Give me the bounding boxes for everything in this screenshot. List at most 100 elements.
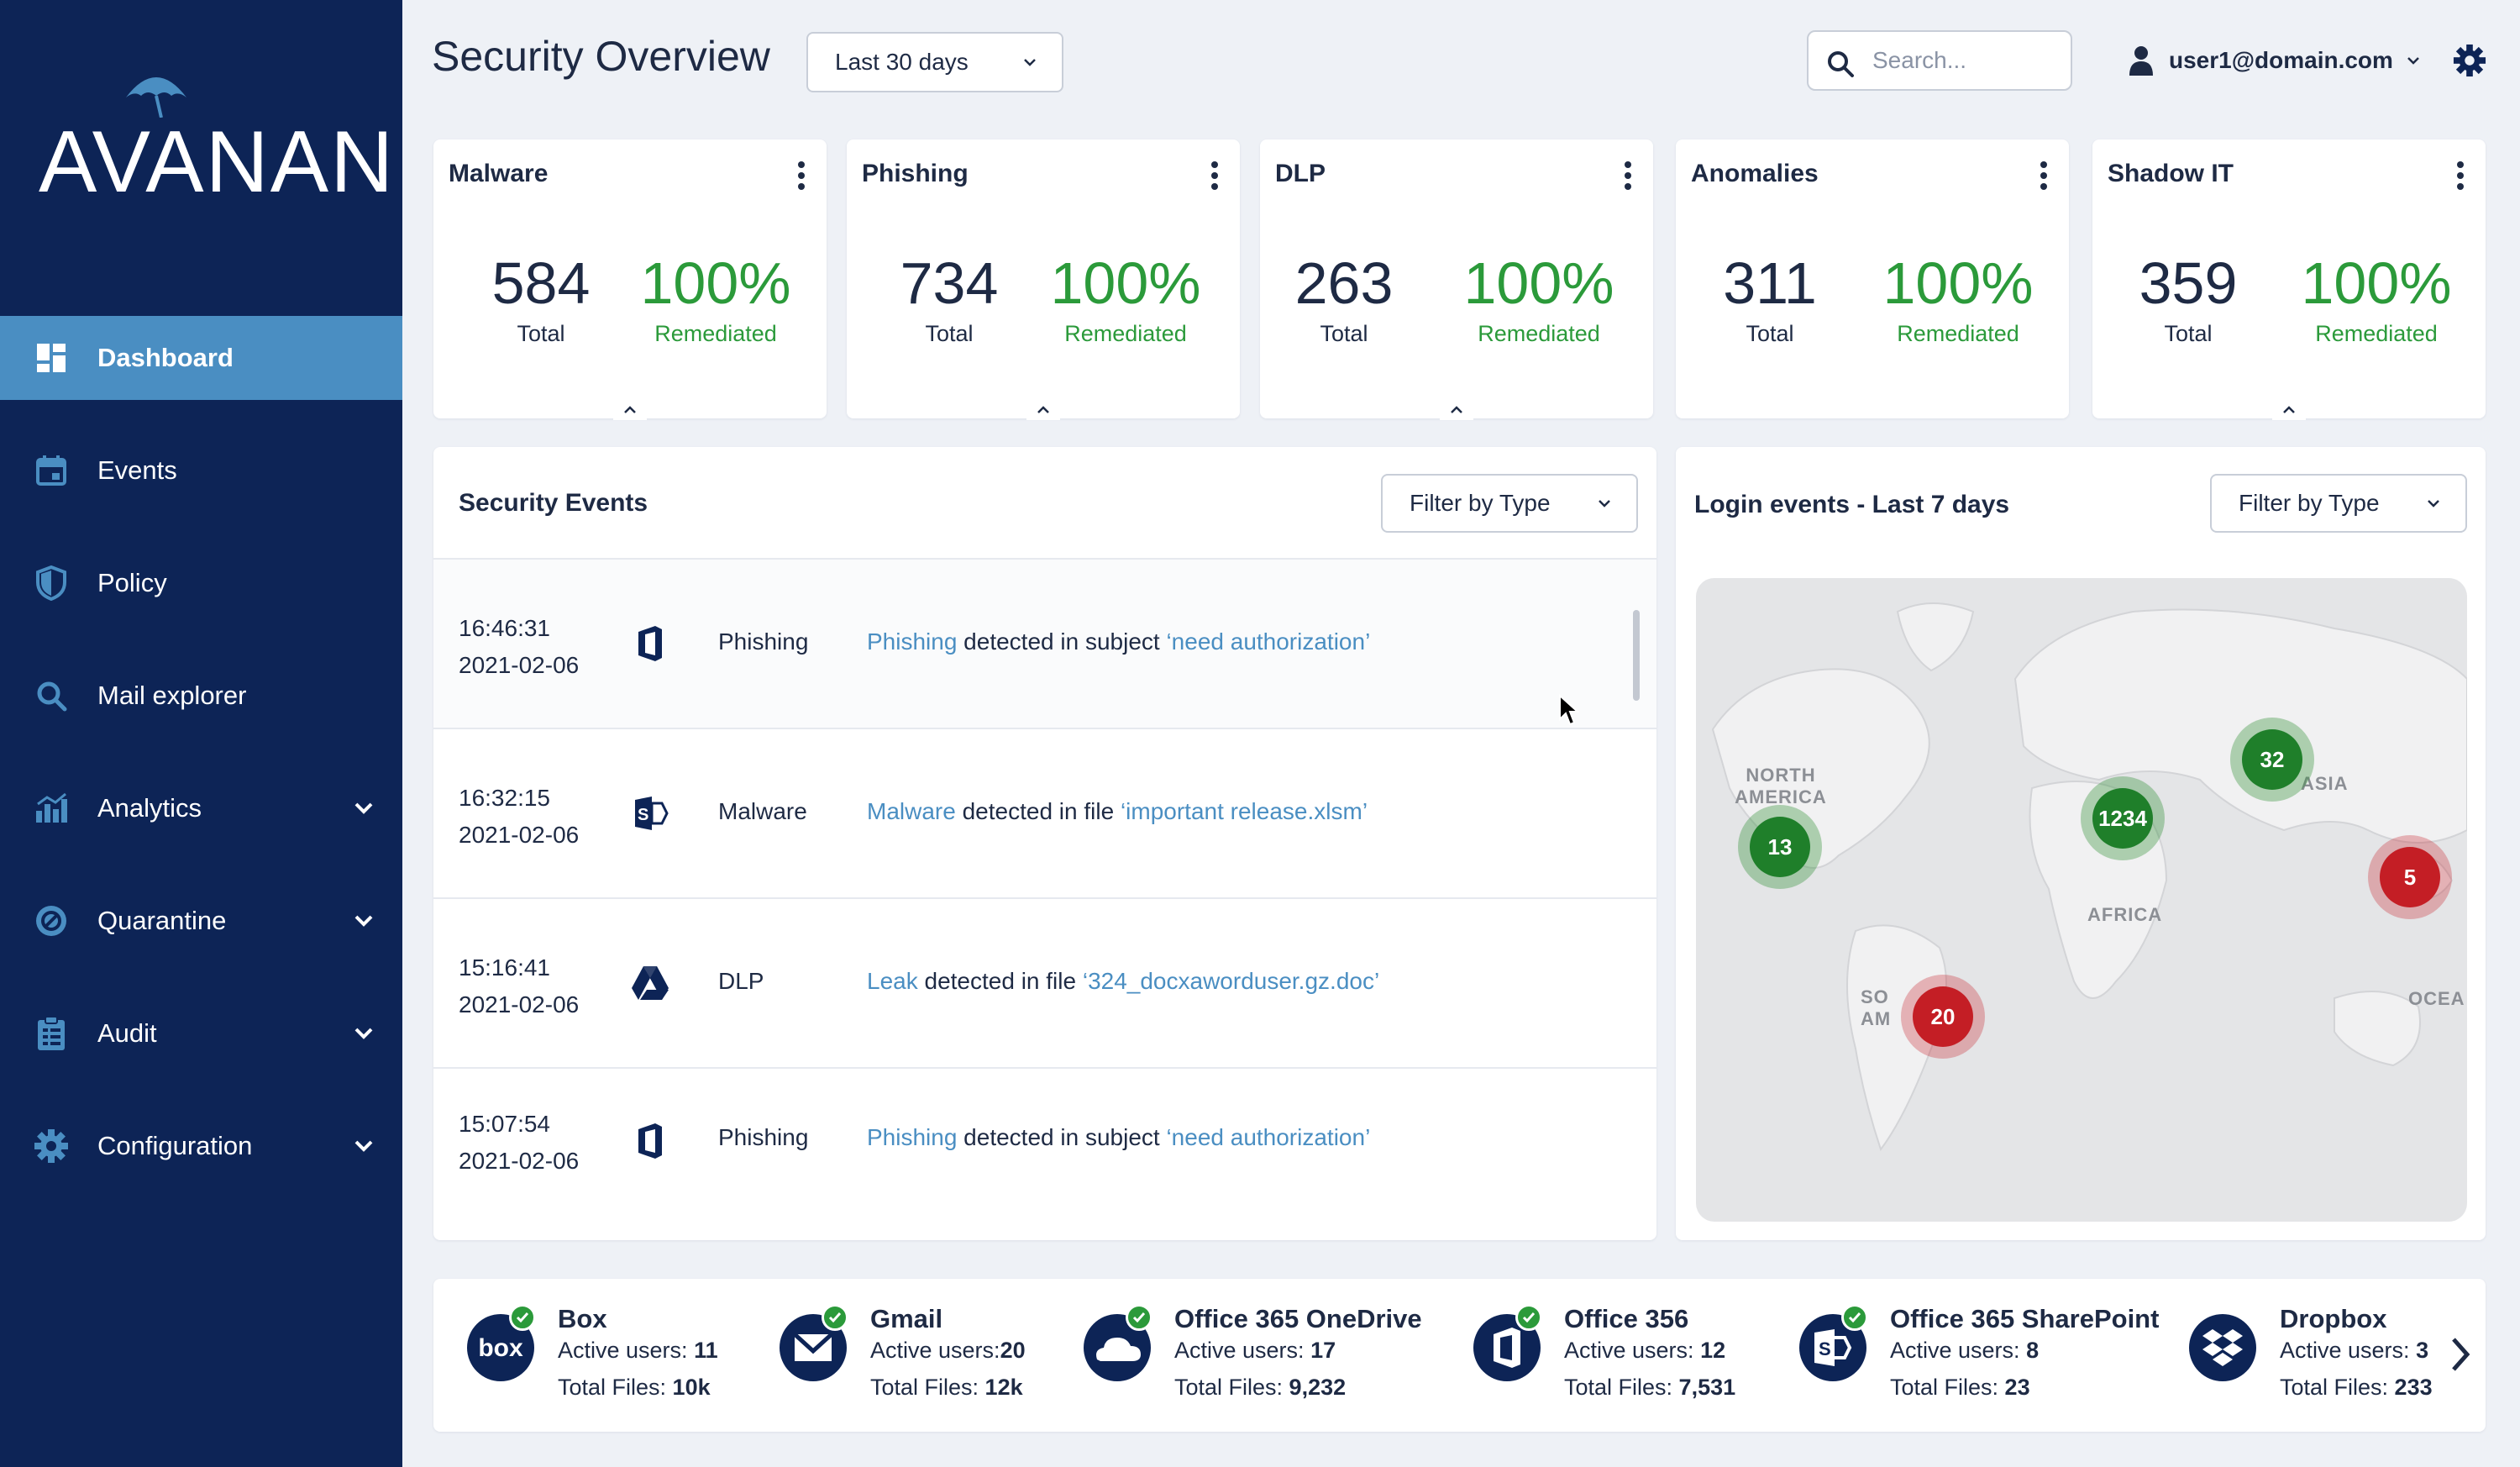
stat-title: Malware (449, 160, 549, 187)
user-menu[interactable]: user1@domain.com (2129, 42, 2422, 79)
app-total-files: Total Files: 9,232 (1174, 1375, 1347, 1400)
settings-gear-icon[interactable] (2453, 44, 2486, 77)
sidebar-item-label: Policy (97, 568, 167, 597)
stat-total: 584 Total (457, 254, 625, 347)
app-total-files: Total Files: 10k (558, 1375, 711, 1400)
more-options-icon[interactable] (795, 161, 808, 195)
app-gmail[interactable]: Gmail Active users:20 Total Files: 12k (778, 1304, 1063, 1413)
date-range-select[interactable]: Last 30 days (806, 32, 1063, 92)
app-name: Box (558, 1304, 607, 1333)
event-type-link[interactable]: Malware (867, 798, 956, 824)
more-options-icon[interactable] (1208, 161, 1221, 195)
stat-card-malware: Malware 584 Total 100% Remediated (433, 139, 827, 420)
map-cluster[interactable]: 1234 (2081, 776, 2165, 860)
filter-by-type-select[interactable]: Filter by Type (1381, 474, 1638, 533)
stat-remediated-label: Remediated (2315, 321, 2438, 346)
map-label: AFRICA (2087, 904, 2163, 925)
more-options-icon[interactable] (2037, 161, 2050, 195)
event-type-link[interactable]: Phishing (867, 628, 957, 655)
event-timestamp: 16:32:15 2021-02-06 (459, 780, 579, 854)
map-cluster[interactable]: 32 (2230, 718, 2314, 802)
stat-remediated-value: 100% (640, 250, 791, 316)
mouse-cursor-icon (1559, 694, 1580, 726)
calendar-icon (34, 453, 69, 488)
table-row[interactable]: 15:16:41 2021-02-06 DLP Leak detected in … (433, 899, 1656, 1069)
check-icon (1841, 1304, 1868, 1331)
world-map[interactable]: NORTH AMERICA ASIA AFRICA SO AM OCEA 13 … (1696, 578, 2467, 1222)
stat-total: 734 Total (865, 254, 1033, 347)
table-row[interactable]: 16:46:31 2021-02-06 Phishing Phishing det… (433, 560, 1656, 729)
sidebar-item-analytics[interactable]: Analytics (0, 766, 402, 850)
filter-value: Filter by Type (2239, 490, 2380, 516)
sidebar-item-policy[interactable]: Policy (0, 541, 402, 625)
event-description: Phishing detected in subject ‘need autho… (867, 628, 1370, 655)
bar-chart-icon (34, 791, 69, 826)
stat-card-shadow-it: Shadow IT 359 Total 100% Remediated (2092, 139, 2486, 420)
event-timestamp: 15:16:41 2021-02-06 (459, 949, 579, 1023)
sidebar-item-events[interactable]: Events (0, 429, 402, 513)
event-desc-text: detected in file (917, 968, 1083, 994)
sidebar-item-mail-explorer[interactable]: Mail explorer (0, 654, 402, 738)
chevron-down-icon[interactable] (352, 1134, 375, 1158)
collapse-button[interactable] (2272, 398, 2306, 420)
event-target-link[interactable]: ‘important release.xlsm’ (1121, 798, 1368, 824)
chevron-up-icon (2283, 406, 2295, 413)
chevron-up-icon (624, 406, 636, 413)
search-box[interactable] (1807, 30, 2072, 91)
map-label: NORTH AMERICA (1735, 765, 1827, 807)
event-type: DLP (718, 968, 764, 994)
sidebar-item-quarantine[interactable]: Quarantine (0, 879, 402, 963)
table-row[interactable]: 16:32:15 2021-02-06 S Malware Malware det… (433, 729, 1656, 899)
map-cluster[interactable]: 13 (1738, 805, 1822, 889)
stat-total-value: 584 (491, 250, 591, 316)
app-onedrive[interactable]: Office 365 OneDrive Active users: 17 Tot… (1082, 1304, 1452, 1413)
event-target-link[interactable]: ‘need authorization’ (1166, 628, 1370, 655)
avanan-logo[interactable]: AVANAN (39, 67, 393, 211)
sidebar-item-dashboard[interactable]: Dashboard (0, 316, 402, 400)
app-dropbox[interactable]: Dropbox Active users: 3 Total Files: 233 (2187, 1304, 2439, 1413)
sidebar-item-label: Audit (97, 1018, 157, 1048)
chevron-down-icon[interactable] (352, 909, 375, 933)
chevron-down-icon[interactable] (352, 1022, 375, 1045)
collapse-button[interactable] (1440, 398, 1473, 420)
more-options-icon[interactable] (2454, 161, 2467, 195)
sidebar-item-label: Analytics (97, 793, 202, 823)
stat-total: 311 Total (1686, 254, 1854, 347)
scrollbar[interactable] (1633, 610, 1640, 701)
check-icon (1126, 1304, 1152, 1331)
chevron-up-icon (1037, 406, 1049, 413)
stat-card-dlp: DLP 263 Total 100% Remediated (1260, 139, 1653, 420)
app-total-files: Total Files: 7,531 (1564, 1375, 1736, 1400)
map-cluster[interactable]: 20 (1901, 975, 1985, 1059)
umbrella-icon (126, 77, 186, 118)
security-events-panel: Security Events Filter by Type 16:46:31 2… (433, 447, 1656, 1240)
app-office[interactable]: Office 356 Active users: 12 Total Files:… (1472, 1304, 1791, 1413)
event-type-link[interactable]: Leak (867, 968, 918, 994)
app-active-users: Active users: 17 (1174, 1338, 1336, 1363)
sidebar-item-label: Dashboard (97, 343, 234, 372)
app-sharepoint[interactable]: S Office 365 SharePoint Active users: 8 … (1798, 1304, 2167, 1413)
sidebar-item-configuration[interactable]: Configuration (0, 1104, 402, 1188)
stat-total-label: Total (925, 321, 974, 346)
event-target-link[interactable]: ‘need authorization’ (1166, 1124, 1370, 1150)
table-row[interactable]: 15:07:54 2021-02-06 Phishing Phishing det… (433, 1069, 1656, 1238)
event-target-link[interactable]: ‘324_docxaworduser.gz.doc’ (1083, 968, 1379, 994)
event-type-link[interactable]: Phishing (867, 1124, 957, 1150)
chevron-right-icon[interactable] (2444, 1329, 2477, 1380)
chevron-down-icon (2407, 57, 2419, 65)
collapse-button[interactable] (613, 398, 647, 420)
more-options-icon[interactable] (1621, 161, 1635, 195)
search-input[interactable] (1872, 42, 2057, 79)
logo-text: AVANAN (39, 113, 396, 211)
app-total-files: Total Files: 23 (1890, 1375, 2030, 1400)
stat-total-label: Total (517, 321, 565, 346)
sidebar-item-audit[interactable]: Audit (0, 991, 402, 1075)
collapse-button[interactable] (1026, 398, 1060, 420)
sidebar-item-label: Quarantine (97, 906, 227, 935)
map-cluster[interactable]: 5 (2368, 835, 2452, 919)
app-box[interactable]: box Box Active users: 11 Total Files: 10… (465, 1304, 751, 1413)
filter-by-type-select[interactable]: Filter by Type (2210, 474, 2467, 533)
chevron-down-icon[interactable] (352, 797, 375, 820)
dashboard-icon (34, 340, 69, 376)
dropbox-icon (2189, 1314, 2256, 1381)
